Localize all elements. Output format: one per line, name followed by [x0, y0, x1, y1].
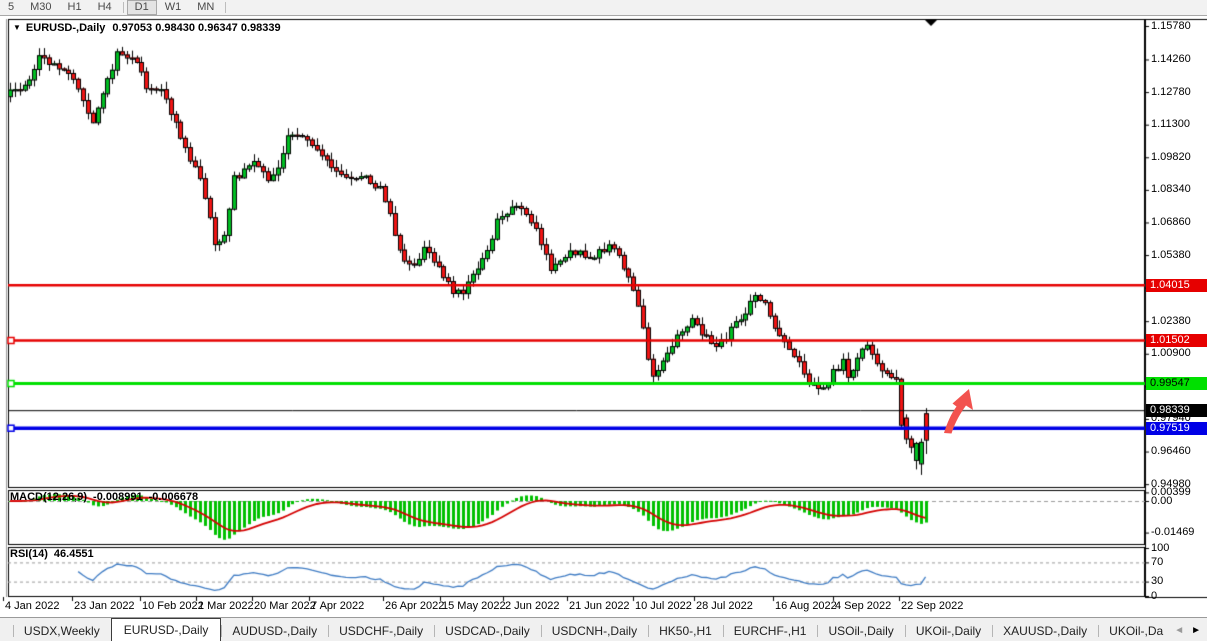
- price-tick-1.02380: 1.02380: [1151, 315, 1191, 327]
- tab-usdcad-daily[interactable]: USDCAD-,Daily: [434, 621, 541, 641]
- date-label-26-apr-2022: 26 Apr 2022: [385, 600, 444, 612]
- tab-xauusd-daily[interactable]: XAUUSD-,Daily: [992, 621, 1098, 641]
- chart-canvas[interactable]: [0, 0, 1207, 641]
- date-label-23-jan-2022: 23 Jan 2022: [74, 600, 135, 612]
- timeframe-button-5[interactable]: 5: [0, 0, 22, 15]
- rsi-label: RSI(14) 46.4551: [10, 548, 100, 560]
- date-label-22-sep-2022: 22 Sep 2022: [901, 600, 963, 612]
- timeframe-button-d1[interactable]: D1: [127, 0, 157, 15]
- date-label-21-jun-2022: 21 Jun 2022: [569, 600, 630, 612]
- timeframe-toolbar: 5M30H1H4 D1W1MN: [0, 0, 1207, 16]
- level-price-label-0.99547: 0.99547: [1146, 377, 1207, 390]
- hline-0.99547[interactable]: [8, 380, 1145, 387]
- chevron-down-icon: ▼: [13, 23, 21, 32]
- hline-1.04015[interactable]: [8, 282, 1145, 289]
- price-tick-1.05380: 1.05380: [1151, 249, 1191, 261]
- level-price-label-1.01502: 1.01502: [1146, 334, 1207, 347]
- price-tick-1.09820: 1.09820: [1151, 151, 1191, 163]
- rsi-tick-30: 30: [1151, 575, 1163, 587]
- date-label-16-aug-2022: 16 Aug 2022: [775, 600, 837, 612]
- date-label-10-feb-2022: 10 Feb 2022: [142, 600, 204, 612]
- tab-usoil-daily[interactable]: USOil-,Daily: [817, 621, 904, 641]
- hline-1.01502[interactable]: [8, 337, 1145, 344]
- chart-title: ▼ EURUSD-,Daily 0.97053 0.98430 0.96347 0.…: [13, 22, 281, 34]
- tab-hk50-h1[interactable]: HK50-,H1: [648, 621, 723, 641]
- tab-usdchf-daily[interactable]: USDCHF-,Daily: [328, 621, 434, 641]
- tab-audusd-daily[interactable]: AUDUSD-,Daily: [221, 621, 328, 641]
- rsi-value: 46.4551: [54, 548, 94, 560]
- toolbar-separator: [225, 2, 226, 13]
- current-price-label: 0.98339: [1146, 404, 1207, 417]
- macd-name: MACD(12,26,9): [10, 491, 87, 503]
- macd-tick-0-01469: -0.01469: [1151, 526, 1194, 538]
- tab-usdx-weekly[interactable]: USDX,Weekly: [13, 621, 111, 641]
- macd-signal-value: -0.006678: [149, 491, 199, 503]
- rsi-tick-0: 0: [1151, 590, 1157, 602]
- date-label-28-jul-2022: 28 Jul 2022: [696, 600, 753, 612]
- price-tick-1.15780: 1.15780: [1151, 20, 1191, 32]
- price-tick-1.08340: 1.08340: [1151, 183, 1191, 195]
- timeframe-button-w1[interactable]: W1: [157, 0, 190, 15]
- tab-ukoil-daily[interactable]: UKOil-,Daily: [905, 621, 992, 641]
- symbol-tabbar: USDX,WeeklyEURUSD-,DailyAUDUSD-,DailyUSD…: [0, 617, 1207, 641]
- toolbar-separator: [123, 2, 124, 13]
- price-tick-1.14260: 1.14260: [1151, 53, 1191, 65]
- macd-tick-0-00: 0.00: [1151, 495, 1172, 507]
- arrow-shape: [944, 389, 973, 434]
- tabbar-scroll-arrows: ◄►: [1174, 618, 1207, 641]
- macd-main-value: -0.008991: [93, 491, 143, 503]
- tabbar-scroll-left-icon[interactable]: ◄: [1174, 625, 1184, 636]
- level-price-label-1.04015: 1.04015: [1146, 279, 1207, 292]
- date-label-20-mar-2022: 20 Mar 2022: [254, 600, 316, 612]
- tab-usdcnh-daily[interactable]: USDCNH-,Daily: [541, 621, 648, 641]
- price-tick-1.06860: 1.06860: [1151, 216, 1191, 228]
- price-tick-0.96460: 0.96460: [1151, 445, 1191, 457]
- price-tick-1.12780: 1.12780: [1151, 86, 1191, 98]
- timeframe-button-mn[interactable]: MN: [189, 0, 222, 15]
- date-label-1-mar-2022: 1 Mar 2022: [198, 600, 254, 612]
- chart-symbol-label: EURUSD-,Daily: [26, 22, 105, 34]
- tabbar-scroll-right-icon[interactable]: ►: [1191, 625, 1201, 636]
- timeframe-button-h1[interactable]: H1: [60, 0, 90, 15]
- level-price-label-0.97519: 0.97519: [1146, 422, 1207, 435]
- date-label-10-jul-2022: 10 Jul 2022: [635, 600, 692, 612]
- date-label-7-apr-2022: 7 Apr 2022: [311, 600, 364, 612]
- timeframe-button-m30[interactable]: M30: [22, 0, 59, 15]
- macd-label: MACD(12,26,9) -0.008991 -0.006678: [10, 491, 204, 503]
- mt4-window: 5M30H1H4 D1W1MN ▼ EURUSD-,Daily 0.97053 0.9…: [0, 0, 1207, 641]
- timeframe-button-h4[interactable]: H4: [90, 0, 120, 15]
- tab-eurusd-daily[interactable]: EURUSD-,Daily: [111, 618, 222, 641]
- tab-eurchf-h1[interactable]: EURCHF-,H1: [723, 621, 818, 641]
- tab-ukoil-da[interactable]: UKOil-,Da: [1098, 621, 1174, 641]
- price-tick-1.00900: 1.00900: [1151, 347, 1191, 359]
- date-label-4-jan-2022: 4 Jan 2022: [5, 600, 59, 612]
- rsi-tick-100: 100: [1151, 542, 1169, 554]
- date-label-2-jun-2022: 2 Jun 2022: [505, 600, 559, 612]
- rsi-tick-70: 70: [1151, 556, 1163, 568]
- date-label-4-sep-2022: 4 Sep 2022: [835, 600, 891, 612]
- rsi-name: RSI(14): [10, 548, 48, 560]
- price-tick-1.11300: 1.11300: [1151, 118, 1190, 130]
- date-label-15-may-2022: 15 May 2022: [442, 600, 506, 612]
- arrow-annotation[interactable]: [942, 388, 976, 434]
- chart-ohlc-values: 0.97053 0.98430 0.96347 0.98339: [112, 22, 280, 34]
